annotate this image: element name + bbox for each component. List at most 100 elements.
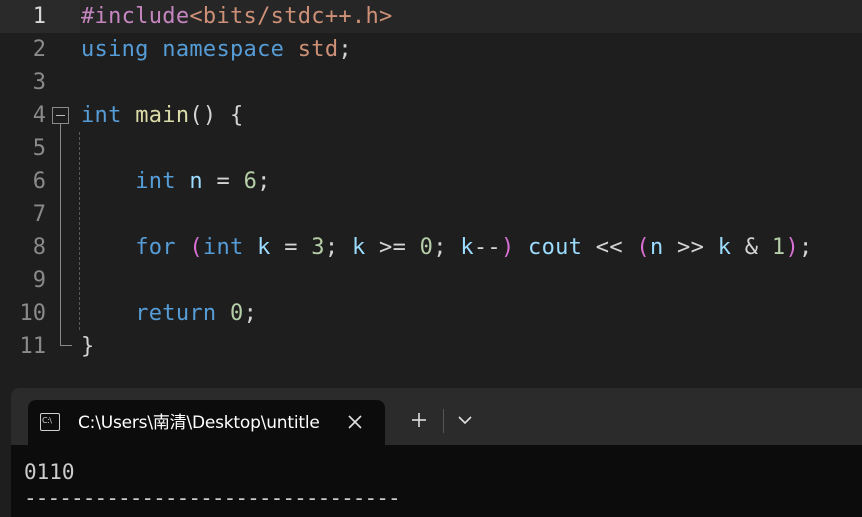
code-token: ; [338,37,352,62]
code-token: 3 [311,235,325,260]
code-token: << [582,235,637,260]
code-text: using namespace std; [81,33,352,66]
code-token: return [135,301,217,326]
code-line[interactable]: 3 [0,66,862,99]
code-text: return 0; [81,297,257,330]
code-token: <bits/stdc++.h> [189,4,393,29]
code-token: ) [785,235,799,260]
code-token: () { [189,103,244,128]
code-line[interactable]: 1 #include<bits/stdc++.h> [0,0,862,33]
code-token: = [270,235,312,260]
code-token: ; [433,235,461,260]
code-token: = [202,169,244,194]
code-editor[interactable]: 11} 10 return 0; 9 8 for (int k = 3; k >= 0… [0,0,862,378]
code-token: ; [243,301,258,326]
code-line[interactable]: 11} [0,330,862,363]
code-line[interactable]: 6 int n = 6; [0,165,862,198]
code-text: int n = 6; [81,165,271,198]
code-line[interactable]: 7 [0,198,862,231]
code-token: ) [500,235,515,260]
code-text: } [81,330,95,363]
code-text: int main() { [81,99,244,132]
line-number: 6 [32,169,46,194]
terminal-tab[interactable]: C:\ C:\Users\南清\Desktop\untitle [28,400,385,445]
indent-guide [79,132,80,330]
code-token: } [81,334,95,359]
code-token: main [135,103,190,128]
line-number: 9 [32,268,46,293]
code-token: k [717,235,732,260]
code-token: 1 [771,235,786,260]
code-text: #include<bits/stdc++.h> [81,0,393,33]
code-token: n [649,235,664,260]
code-token: int [81,103,122,128]
code-token: ; [257,169,271,194]
terminal-tab-bar: C:\ C:\Users\南清\Desktop\untitle [11,388,862,445]
line-number: 8 [32,235,46,260]
code-line[interactable]: 5 [0,132,862,165]
code-token: n [189,169,203,194]
code-line[interactable]: 10 return 0; [0,297,862,330]
code-token: & [731,235,772,260]
terminal-tab-title: C:\Users\南清\Desktop\untitle [78,413,320,433]
terminal-icon-label: C:\ [42,416,52,425]
terminal-output: 0110 [24,460,75,484]
code-token: -- [473,235,501,260]
line-number: 3 [32,70,46,95]
chevron-down-icon [458,416,472,425]
line-number: 2 [32,37,46,62]
terminal-panel[interactable]: C:\ C:\Users\南清\Desktop\untitle 0110 ---… [11,388,862,517]
fold-toggle-icon[interactable] [52,107,69,124]
code-token: int [135,169,176,194]
line-number: 4 [32,103,46,128]
code-token: >= [365,235,420,260]
code-line[interactable]: 8 for (int k = 3; k >= 0; k--) cout << (… [0,231,862,264]
line-number: 7 [32,202,46,227]
code-token: int [202,235,244,260]
new-tab-button[interactable] [404,405,434,435]
code-text: for (int k = 3; k >= 0; k--) cout << (n … [81,231,813,264]
plus-icon [412,413,426,427]
code-line[interactable]: 4 int main() { [0,99,862,132]
code-token: k [351,235,366,260]
code-token: ( [636,235,650,260]
fold-guide-line [60,124,61,346]
code-token: for [135,235,176,260]
code-token: using [81,37,149,62]
terminal-separator: -------------------------------- [24,486,401,510]
code-line[interactable]: 9 [0,264,862,297]
code-token: k [460,235,474,260]
code-token: >> [663,235,718,260]
code-line[interactable]: 2 using namespace std; [0,33,862,66]
terminal-icon: C:\ [40,413,60,431]
profile-dropdown-button[interactable] [451,405,479,435]
code-token: k [257,235,271,260]
code-token: ( [189,235,203,260]
code-token: namespace [162,37,285,62]
code-token: 6 [243,169,258,194]
code-token: 0 [419,235,434,260]
code-token: std [297,37,339,62]
code-token: ; [324,235,352,260]
line-number: 10 [19,301,47,326]
code-token: cout [528,235,583,260]
code-token: ; [798,235,813,260]
code-token: 0 [230,301,244,326]
close-icon[interactable] [346,413,364,431]
line-number: 1 [32,4,46,29]
code-token: #include [81,4,190,29]
line-number: 5 [32,136,46,161]
line-number: 11 [19,334,47,359]
fold-guide-end [60,345,72,346]
